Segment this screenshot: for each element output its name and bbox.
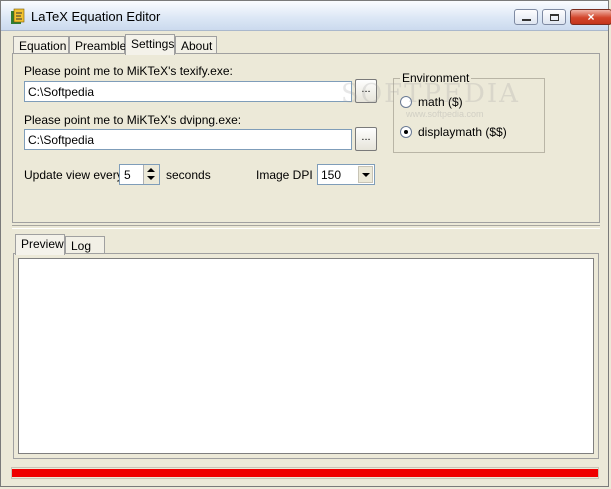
dvipng-browse-button[interactable]: ... — [355, 127, 377, 151]
progress-bar — [11, 467, 599, 479]
settings-panel: Please point me to MiKTeX's texify.exe: … — [12, 53, 600, 223]
preview-panel — [13, 253, 599, 459]
texify-path-input[interactable]: C:\Softpedia — [24, 81, 352, 102]
tab-preamble[interactable]: Preamble — [69, 36, 126, 54]
displaymath-radio-label[interactable]: displaymath ($$) — [418, 125, 507, 139]
chevron-down-icon — [362, 173, 370, 177]
texify-label: Please point me to MiKTeX's texify.exe: — [24, 64, 233, 78]
update-interval-spinner[interactable]: 5 — [119, 164, 160, 185]
tab-settings[interactable]: Settings — [125, 34, 175, 55]
title-bar[interactable]: LaTeX Equation Editor × — [1, 1, 611, 31]
close-button[interactable]: × — [570, 9, 611, 25]
spin-down-icon[interactable] — [147, 176, 155, 180]
window-title: LaTeX Equation Editor — [31, 9, 161, 24]
dvipng-label: Please point me to MiKTeX's dvipng.exe: — [24, 113, 242, 127]
update-interval-value[interactable]: 5 — [124, 168, 131, 182]
minimize-icon — [521, 18, 531, 21]
math-radio-label[interactable]: math ($) — [418, 95, 463, 109]
seconds-label: seconds — [166, 168, 211, 182]
tab-preview[interactable]: Preview — [15, 234, 65, 255]
maximize-icon — [549, 13, 559, 21]
progress-bar-fill — [12, 469, 598, 477]
dpi-label: Image DPI — [256, 168, 313, 182]
tab-about[interactable]: About — [175, 36, 217, 54]
displaymath-radio[interactable] — [400, 126, 412, 138]
dpi-dropdown-button[interactable] — [358, 166, 373, 183]
math-radio[interactable] — [400, 96, 412, 108]
environment-title: Environment — [400, 71, 472, 85]
preview-canvas[interactable] — [18, 258, 594, 454]
texify-browse-button[interactable]: ... — [355, 79, 377, 103]
latex-app-icon — [11, 8, 25, 24]
spin-up-icon[interactable] — [147, 168, 155, 172]
environment-group: Environment math ($) displaymath ($$) — [393, 71, 545, 153]
tab-log[interactable]: Log — [65, 236, 105, 254]
panel-splitter[interactable] — [12, 225, 600, 229]
tab-equation[interactable]: Equation — [13, 36, 69, 54]
update-label: Update view every — [24, 168, 123, 182]
minimize-button[interactable] — [514, 9, 538, 25]
close-icon: × — [587, 10, 595, 24]
maximize-button[interactable] — [542, 9, 566, 25]
app-window: LaTeX Equation Editor × Equation Preambl… — [0, 0, 611, 487]
dvipng-path-input[interactable]: C:\Softpedia — [24, 129, 352, 150]
dpi-select[interactable]: 150 — [317, 164, 375, 185]
spinner-buttons — [143, 165, 159, 184]
dpi-value[interactable]: 150 — [321, 168, 341, 182]
